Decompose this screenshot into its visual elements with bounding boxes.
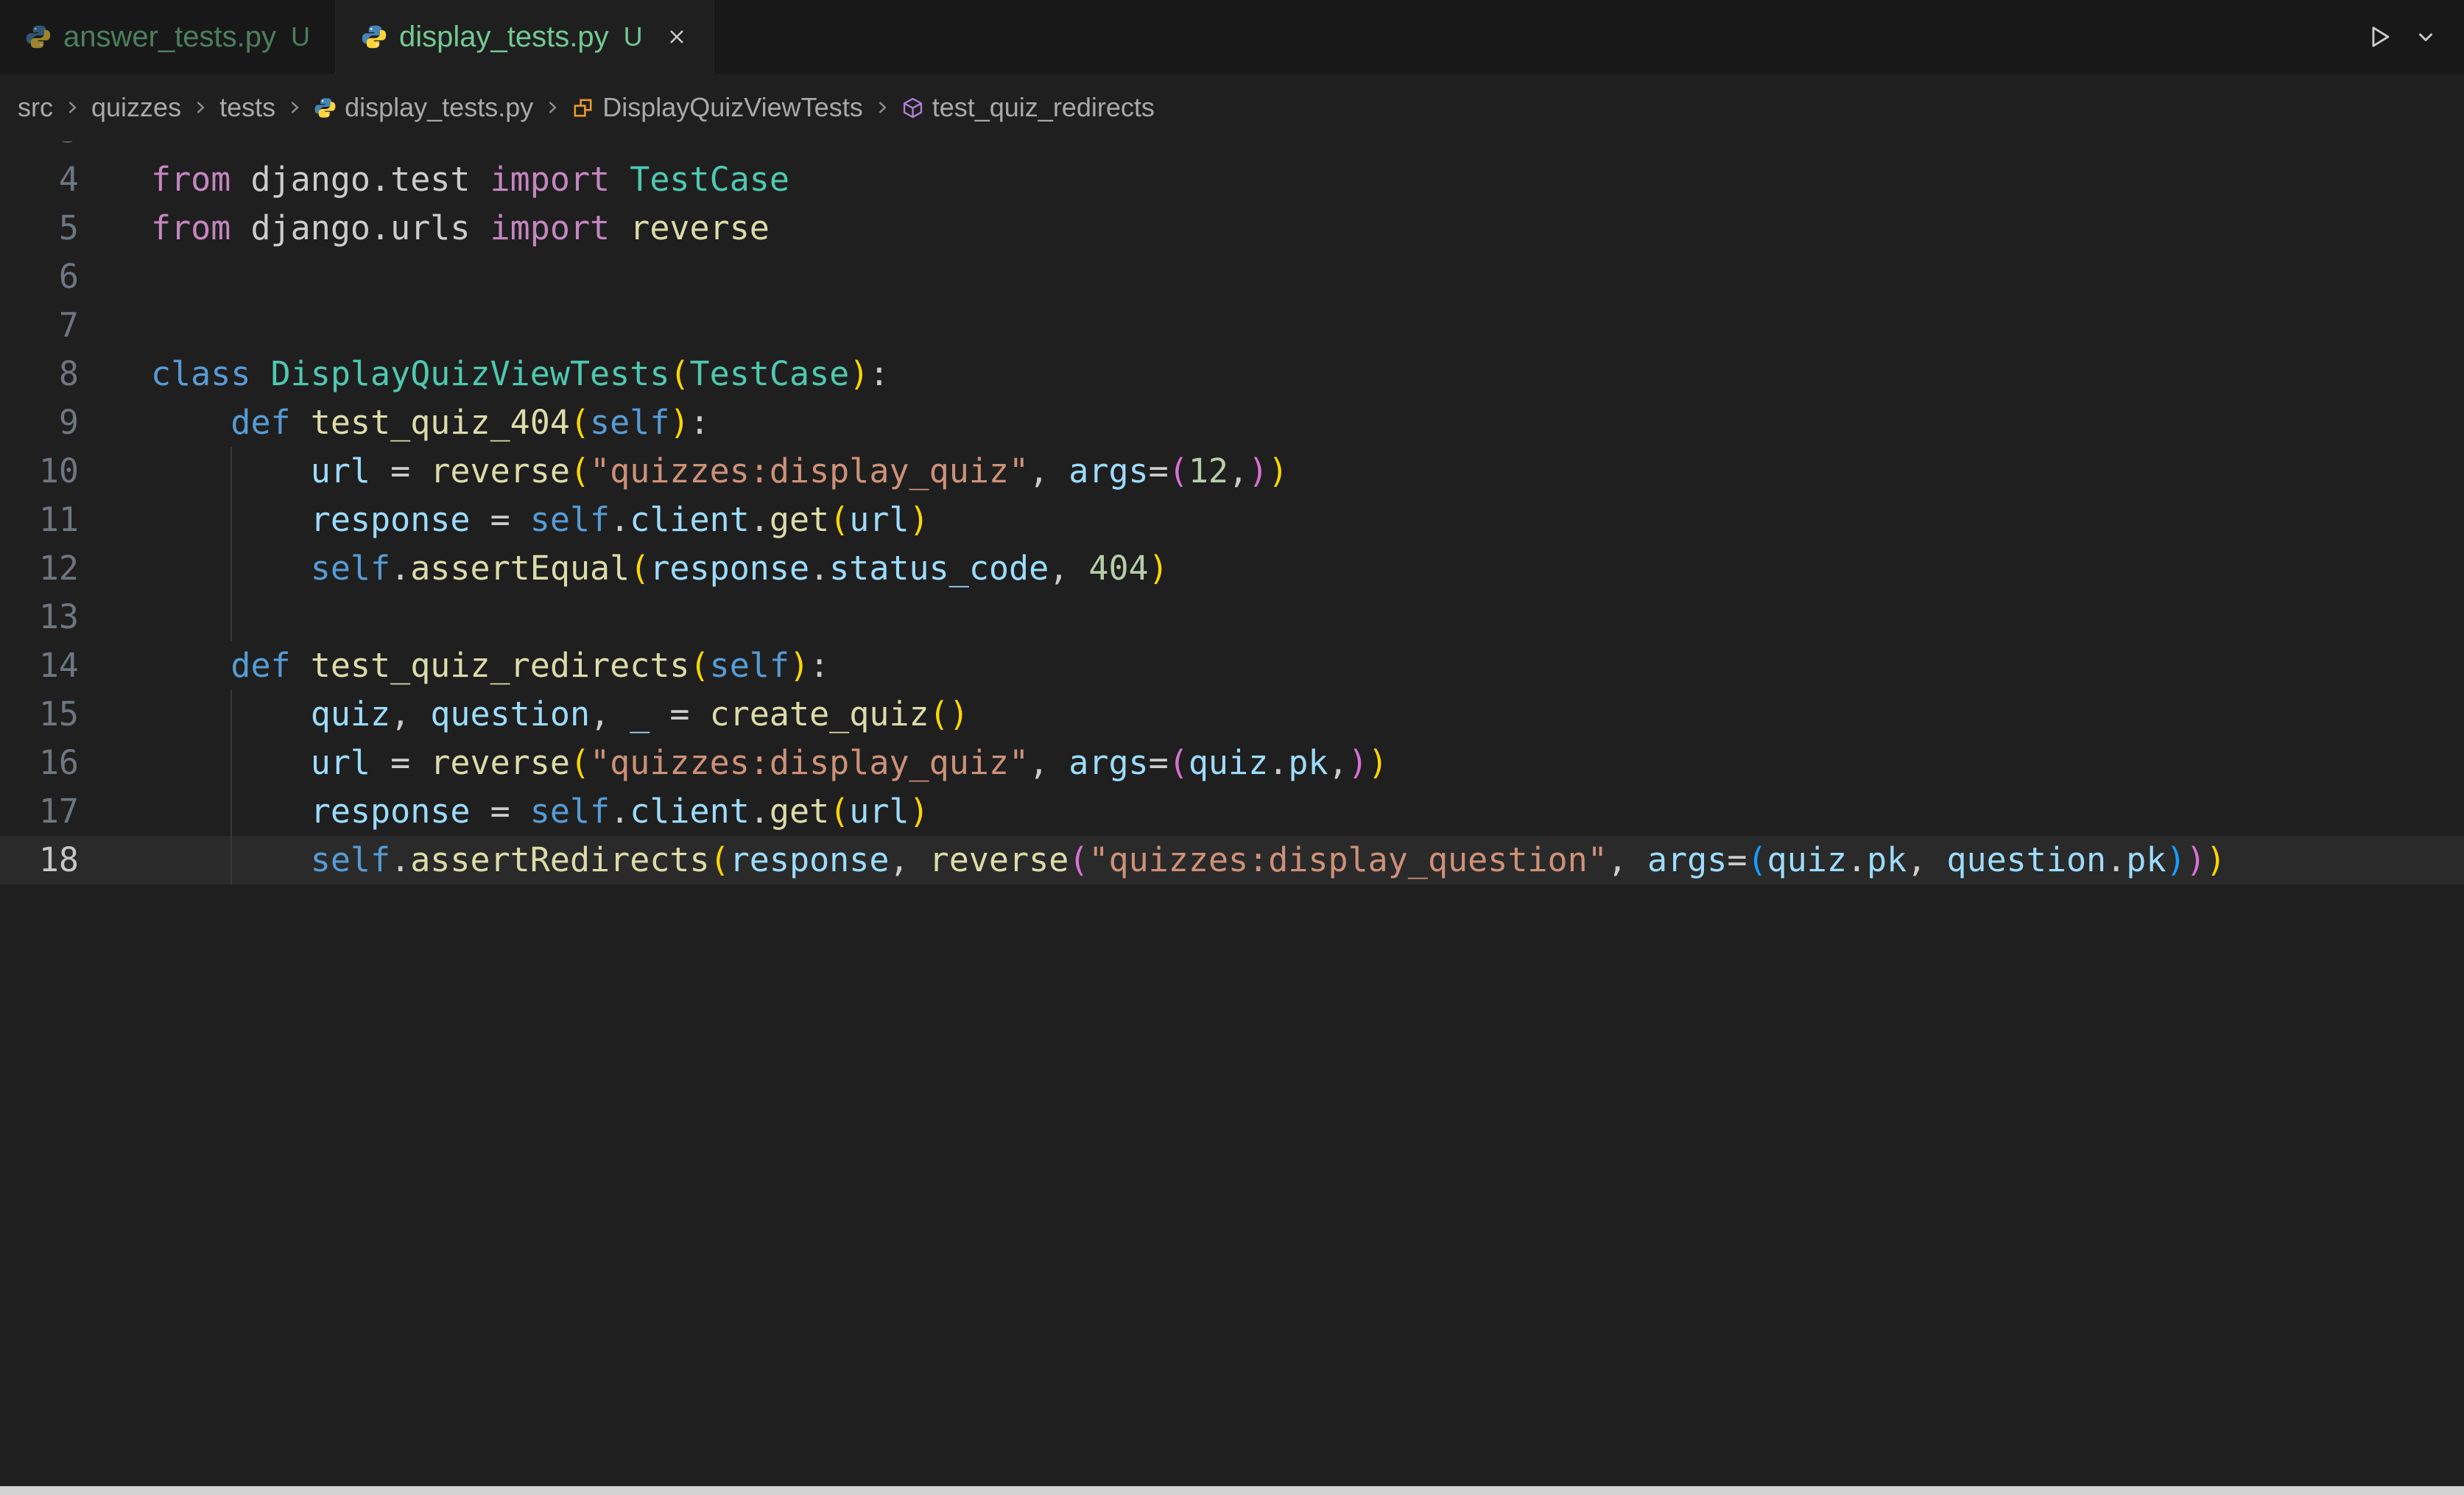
tab-label: display_tests.py <box>399 21 609 54</box>
line-number[interactable]: 18 <box>0 836 151 884</box>
breadcrumb-label: tests <box>219 92 275 123</box>
line-number[interactable]: 13 <box>0 593 151 641</box>
breadcrumb-label: test_quiz_redirects <box>932 92 1155 123</box>
play-icon <box>2365 23 2393 51</box>
code-line-15[interactable]: 15 quiz, question, _ = create_quiz() <box>0 690 2464 739</box>
breadcrumb-item-displayquizviewtests[interactable]: DisplayQuizViewTests <box>571 92 862 123</box>
chevron-right-icon <box>872 97 893 118</box>
editor-actions <box>2339 0 2464 74</box>
breadcrumb-item-src[interactable]: src <box>18 92 53 123</box>
line-number[interactable]: 4 <box>0 155 151 204</box>
code-text: def test_quiz_404(self): <box>151 398 710 447</box>
line-number[interactable]: 14 <box>0 641 151 690</box>
breadcrumb-item-quizzes[interactable]: quizzes <box>91 92 181 123</box>
code-line-8[interactable]: 8class DisplayQuizViewTests(TestCase): <box>0 350 2464 398</box>
method-symbol-icon <box>901 96 924 119</box>
code-text: quiz, question, _ = create_quiz() <box>151 690 969 739</box>
line-number[interactable]: 5 <box>0 204 151 253</box>
python-icon <box>361 24 387 50</box>
code-line-17[interactable]: 17 response = self.client.get(url) <box>0 787 2464 836</box>
line-number[interactable]: 9 <box>0 398 151 447</box>
line-number[interactable]: 11 <box>0 496 151 544</box>
code-line-9[interactable]: 9 def test_quiz_404(self): <box>0 398 2464 447</box>
code-line-11[interactable]: 11 response = self.client.get(url) <box>0 496 2464 544</box>
tab-bar: answer_tests.py U display_tests.py U <box>0 0 2464 74</box>
tab-display-tests-py[interactable]: display_tests.py U <box>336 0 714 74</box>
line-number[interactable]: 10 <box>0 447 151 496</box>
code-line-16[interactable]: 16 url = reverse("quizzes:display_quiz",… <box>0 739 2464 787</box>
code-line-14[interactable]: 14 def test_quiz_redirects(self): <box>0 641 2464 690</box>
code-line-3[interactable]: 3 <box>0 141 2464 155</box>
line-number[interactable]: 17 <box>0 787 151 836</box>
line-number[interactable]: 7 <box>0 301 151 350</box>
code-editor[interactable]: 34from django.test import TestCase5from … <box>0 141 2464 1486</box>
line-number[interactable]: 16 <box>0 739 151 787</box>
line-number[interactable]: 8 <box>0 350 151 398</box>
code-text: class DisplayQuizViewTests(TestCase): <box>151 350 889 398</box>
code-line-12[interactable]: 12 self.assertEqual(response.status_code… <box>0 544 2464 593</box>
breadcrumb-item-display-tests-py[interactable]: display_tests.py <box>314 92 533 123</box>
chevron-right-icon <box>62 97 82 118</box>
line-number[interactable]: 3 <box>0 141 151 155</box>
chevron-right-icon <box>284 97 305 118</box>
line-number[interactable]: 6 <box>0 253 151 301</box>
git-status-badge: U <box>624 21 643 52</box>
breadcrumb-item-test-quiz-redirects[interactable]: test_quiz_redirects <box>901 92 1155 123</box>
code-text: def test_quiz_redirects(self): <box>151 641 829 690</box>
run-options-button[interactable] <box>2414 25 2437 49</box>
breadcrumb-label: display_tests.py <box>345 92 533 123</box>
code-line-4[interactable]: 4from django.test import TestCase <box>0 155 2464 204</box>
code-line-18[interactable]: 18 self.assertRedirects(response, revers… <box>0 836 2464 884</box>
class-symbol-icon <box>571 96 594 119</box>
tab-bar-tabs: answer_tests.py U display_tests.py U <box>0 0 714 74</box>
python-icon <box>25 24 52 50</box>
code-text: url = reverse("quizzes:display_quiz", ar… <box>151 739 1388 787</box>
chevron-right-icon <box>542 97 563 118</box>
chevron-right-icon <box>190 97 211 118</box>
line-number[interactable]: 12 <box>0 544 151 593</box>
vscode-window: answer_tests.py U display_tests.py U src qu… <box>0 0 2464 1495</box>
python-icon <box>314 96 337 119</box>
code-text: response = self.client.get(url) <box>151 496 929 544</box>
git-status-badge: U <box>291 21 310 52</box>
code-text: self.assertRedirects(response, reverse("… <box>151 836 2226 884</box>
code-line-6[interactable]: 6 <box>0 253 2464 301</box>
code-text: response = self.client.get(url) <box>151 787 929 836</box>
code-line-7[interactable]: 7 <box>0 301 2464 350</box>
code-line-5[interactable]: 5from django.urls import reverse <box>0 204 2464 253</box>
breadcrumb-label: DisplayQuizViewTests <box>602 92 862 123</box>
code-text: from django.test import TestCase <box>151 155 789 204</box>
code-content: 34from django.test import TestCase5from … <box>0 141 2464 884</box>
code-line-13[interactable]: 13 <box>0 593 2464 641</box>
code-line-10[interactable]: 10 url = reverse("quizzes:display_quiz",… <box>0 447 2464 496</box>
line-number[interactable]: 15 <box>0 690 151 739</box>
code-text: url = reverse("quizzes:display_quiz", ar… <box>151 447 1288 496</box>
breadcrumb-label: src <box>18 92 53 123</box>
tab-label: answer_tests.py <box>63 21 276 54</box>
breadcrumb-item-tests[interactable]: tests <box>219 92 275 123</box>
code-text: self.assertEqual(response.status_code, 4… <box>151 544 1169 593</box>
tab-answer-tests-py[interactable]: answer_tests.py U <box>0 0 336 74</box>
breadcrumb: src quizzes tests display_tests.py Display… <box>0 74 2464 141</box>
bottom-strip <box>0 1486 2464 1495</box>
breadcrumb-label: quizzes <box>91 92 181 123</box>
close-icon[interactable] <box>665 25 689 49</box>
run-file-button[interactable] <box>2365 23 2393 51</box>
code-text: from django.urls import reverse <box>151 204 770 253</box>
chevron-down-icon <box>2414 25 2437 49</box>
